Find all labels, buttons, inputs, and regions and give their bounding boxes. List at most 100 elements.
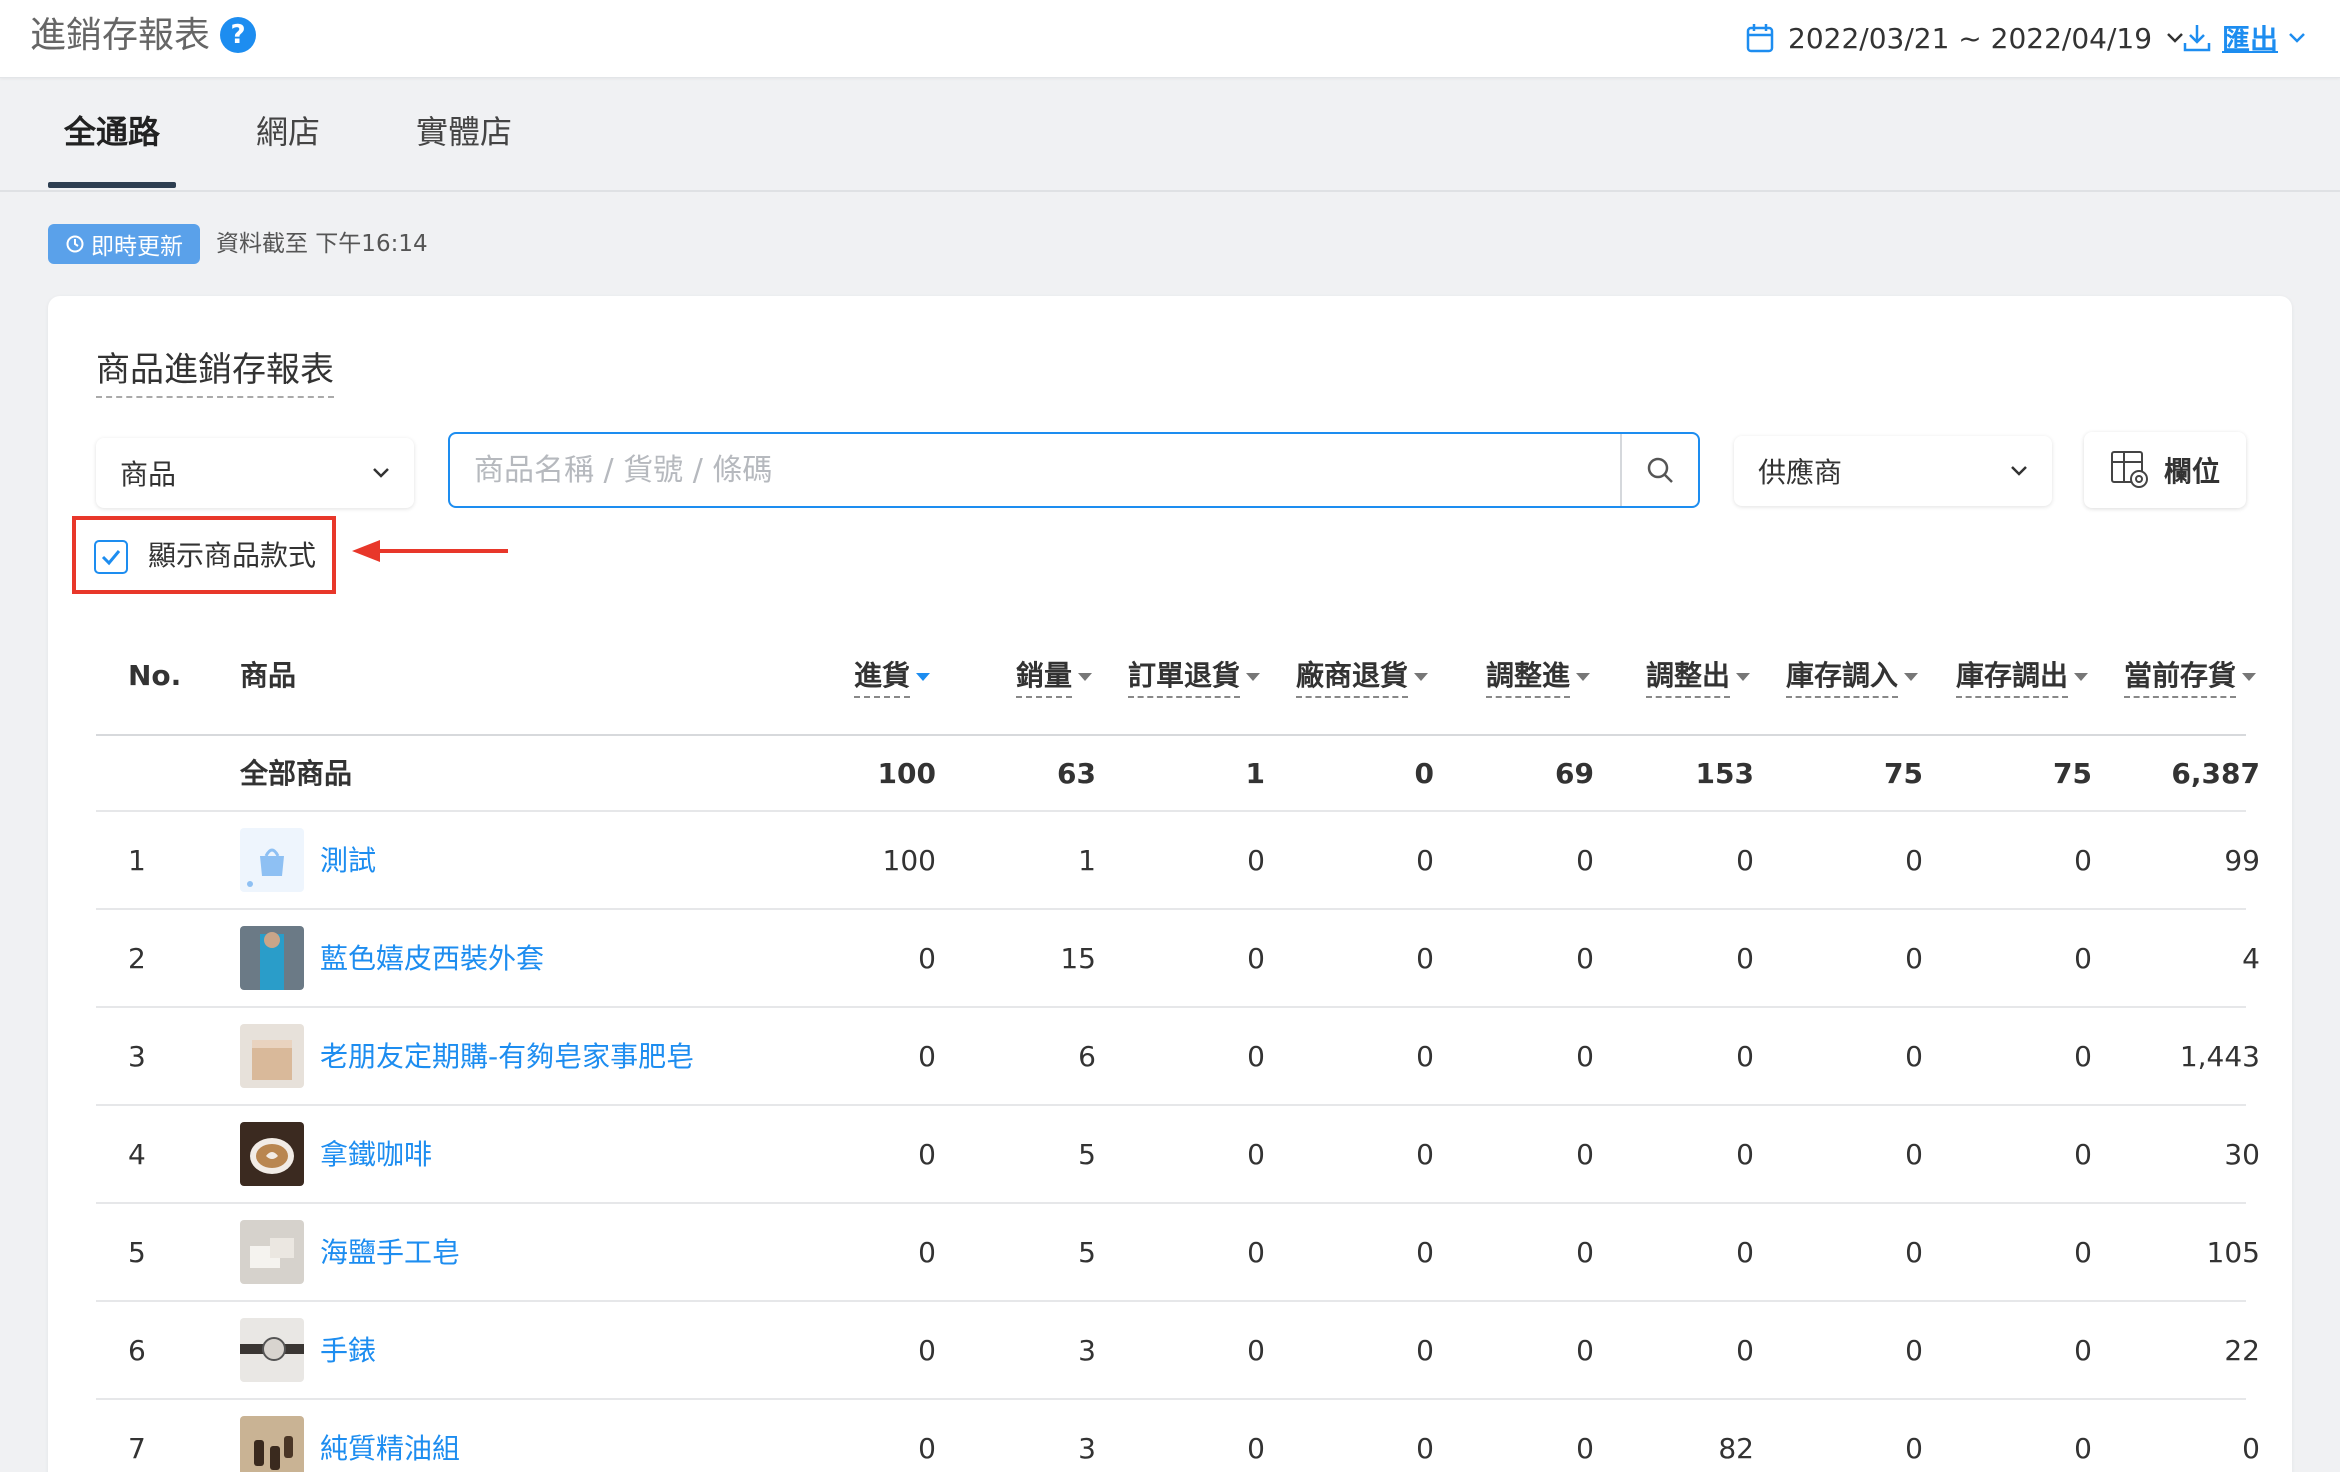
search-button[interactable] bbox=[1620, 434, 1698, 506]
table-cell: 0 bbox=[1416, 1138, 1434, 1171]
table-cell: 0 bbox=[2242, 1432, 2260, 1465]
product-thumbnail bbox=[240, 1122, 304, 1186]
table-cell: 3 bbox=[1078, 1334, 1096, 1367]
export-button[interactable]: 匯出 bbox=[2182, 18, 2306, 58]
col-header-transfer-out[interactable]: 庫存調出 bbox=[1956, 656, 2089, 698]
col-header-vendor-returns[interactable]: 廠商退貨 bbox=[1296, 656, 1429, 698]
tab-online-store[interactable]: 網店 bbox=[256, 108, 320, 156]
table-cell: 0 bbox=[1576, 1040, 1594, 1073]
product-name-link[interactable]: 老朋友定期購-有夠皂家事肥皂 bbox=[320, 1037, 694, 1077]
product-thumbnail bbox=[240, 926, 304, 990]
chevron-down-icon bbox=[2011, 466, 2027, 476]
table-cell: 0 bbox=[1414, 757, 1434, 790]
supplier-select[interactable]: 供應商 bbox=[1734, 436, 2052, 506]
table-cell: 105 bbox=[2206, 1236, 2260, 1269]
table-cell: 0 bbox=[2074, 844, 2092, 877]
live-badge-label: 即時更新 bbox=[91, 234, 183, 260]
col-header-current-stock[interactable]: 當前存貨 bbox=[2124, 656, 2257, 698]
table-cell: 3 bbox=[1078, 1432, 1096, 1465]
sort-caret-icon bbox=[1246, 673, 1261, 681]
col-header-order-returns[interactable]: 訂單退貨 bbox=[1128, 656, 1261, 698]
table-row: 2 藍色嬉皮西裝外套 0 15 0 0 0 0 0 0 4 bbox=[96, 910, 2260, 1008]
table-cell: 0 bbox=[2074, 942, 2092, 975]
col-header-transfer-in[interactable]: 庫存調入 bbox=[1786, 656, 1919, 698]
table-header: No. 商品 進貨 銷量 訂單退貨 廠商退貨 調整進 調整出 庫存調入 庫存調出… bbox=[96, 616, 2257, 736]
table-cell: 0 bbox=[1247, 1040, 1265, 1073]
calendar-icon bbox=[1746, 24, 1774, 53]
product-name-link[interactable]: 海鹽手工皂 bbox=[320, 1233, 460, 1273]
page-title: 進銷存報表 bbox=[30, 15, 211, 56]
table-cell: 1 bbox=[1078, 844, 1096, 877]
col-header-sales[interactable]: 銷量 bbox=[1016, 656, 1093, 698]
product-name-link[interactable]: 拿鐵咖啡 bbox=[320, 1135, 432, 1175]
row-number: 2 bbox=[128, 942, 146, 975]
check-icon bbox=[101, 550, 121, 566]
table-row: 4 拿鐵咖啡 0 5 0 0 0 0 0 0 30 bbox=[96, 1106, 2260, 1204]
table-cell: 0 bbox=[2074, 1334, 2092, 1367]
product-name-link[interactable]: 測試 bbox=[320, 841, 376, 881]
product-name-link[interactable]: 純質精油組 bbox=[320, 1429, 460, 1469]
history-icon bbox=[66, 235, 84, 253]
table-cell: 0 bbox=[1736, 1040, 1754, 1073]
row-number: 1 bbox=[128, 844, 146, 877]
product-search bbox=[448, 432, 1700, 508]
download-icon bbox=[2183, 25, 2211, 52]
export-label: 匯出 bbox=[2222, 23, 2279, 56]
table-cell: 0 bbox=[1416, 1040, 1434, 1073]
table-settings-icon bbox=[2110, 451, 2148, 488]
table-cell: 0 bbox=[1905, 1334, 1923, 1367]
table-row: 3 老朋友定期購-有夠皂家事肥皂 0 6 0 0 0 0 0 0 1,443 bbox=[96, 1008, 2260, 1106]
table-cell: 153 bbox=[1695, 757, 1754, 790]
table-cell: 15 bbox=[1060, 942, 1096, 975]
product-name-link[interactable]: 藍色嬉皮西裝外套 bbox=[320, 939, 544, 979]
table-cell: 0 bbox=[1416, 1236, 1434, 1269]
table-cell: 6,387 bbox=[2171, 757, 2260, 790]
table-cell: 69 bbox=[1555, 757, 1594, 790]
tab-all-channels[interactable]: 全通路 bbox=[64, 108, 160, 156]
col-header-purchase[interactable]: 進貨 bbox=[854, 656, 931, 698]
question-circle-icon[interactable]: ? bbox=[220, 17, 256, 53]
table-cell: 0 bbox=[1416, 1334, 1434, 1367]
sort-caret-icon bbox=[1078, 673, 1093, 681]
table-cell: 0 bbox=[2074, 1138, 2092, 1171]
table-cell: 22 bbox=[2224, 1334, 2260, 1367]
table-cell: 100 bbox=[877, 757, 936, 790]
table-cell: 0 bbox=[918, 1432, 936, 1465]
date-range-picker[interactable]: 2022/03/21 ~ 2022/04/19 bbox=[1746, 18, 2184, 58]
row-number: 4 bbox=[128, 1138, 146, 1171]
col-header-adjust-out[interactable]: 調整出 bbox=[1646, 656, 1751, 698]
search-icon bbox=[1647, 457, 1673, 483]
col-header-product: 商品 bbox=[240, 659, 297, 692]
table-row: 7 純質精油組 0 3 0 0 0 82 0 0 0 bbox=[96, 1400, 2260, 1472]
table-row: 1 測試 100 1 0 0 0 0 0 0 99 bbox=[96, 812, 2260, 910]
table-cell: 0 bbox=[1576, 1334, 1594, 1367]
supplier-select-value: 供應商 bbox=[1758, 456, 1843, 489]
columns-button[interactable]: 欄位 bbox=[2084, 432, 2246, 508]
table-cell: 99 bbox=[2224, 844, 2260, 877]
table-cell: 5 bbox=[1078, 1138, 1096, 1171]
col-header-adjust-in[interactable]: 調整進 bbox=[1486, 656, 1591, 698]
live-update-badge: 即時更新 bbox=[48, 224, 200, 264]
table-cell: 0 bbox=[2074, 1432, 2092, 1465]
table-cell: 0 bbox=[1416, 844, 1434, 877]
table-cell: 82 bbox=[1718, 1432, 1754, 1465]
table-cell: 1,443 bbox=[2179, 1040, 2260, 1073]
product-thumbnail bbox=[240, 1416, 304, 1472]
report-title: 商品進銷存報表 bbox=[96, 346, 334, 398]
table-cell: 0 bbox=[918, 942, 936, 975]
annotation-arrow-icon bbox=[352, 540, 508, 562]
product-type-select[interactable]: 商品 bbox=[96, 438, 414, 508]
table-cell: 0 bbox=[1247, 1334, 1265, 1367]
search-input[interactable] bbox=[450, 434, 1620, 506]
table-cell: 0 bbox=[1905, 1138, 1923, 1171]
table-cell: 0 bbox=[2074, 1040, 2092, 1073]
table-cell: 0 bbox=[1247, 1138, 1265, 1171]
table-cell: 0 bbox=[1416, 942, 1434, 975]
sort-caret-icon bbox=[1904, 673, 1919, 681]
tab-retail-store[interactable]: 實體店 bbox=[416, 108, 512, 156]
product-name-link[interactable]: 手錶 bbox=[320, 1331, 376, 1371]
show-variants-checkbox[interactable] bbox=[94, 540, 128, 574]
table-cell: 4 bbox=[2242, 942, 2260, 975]
product-thumbnail bbox=[240, 1220, 304, 1284]
table-cell: 0 bbox=[1576, 844, 1594, 877]
